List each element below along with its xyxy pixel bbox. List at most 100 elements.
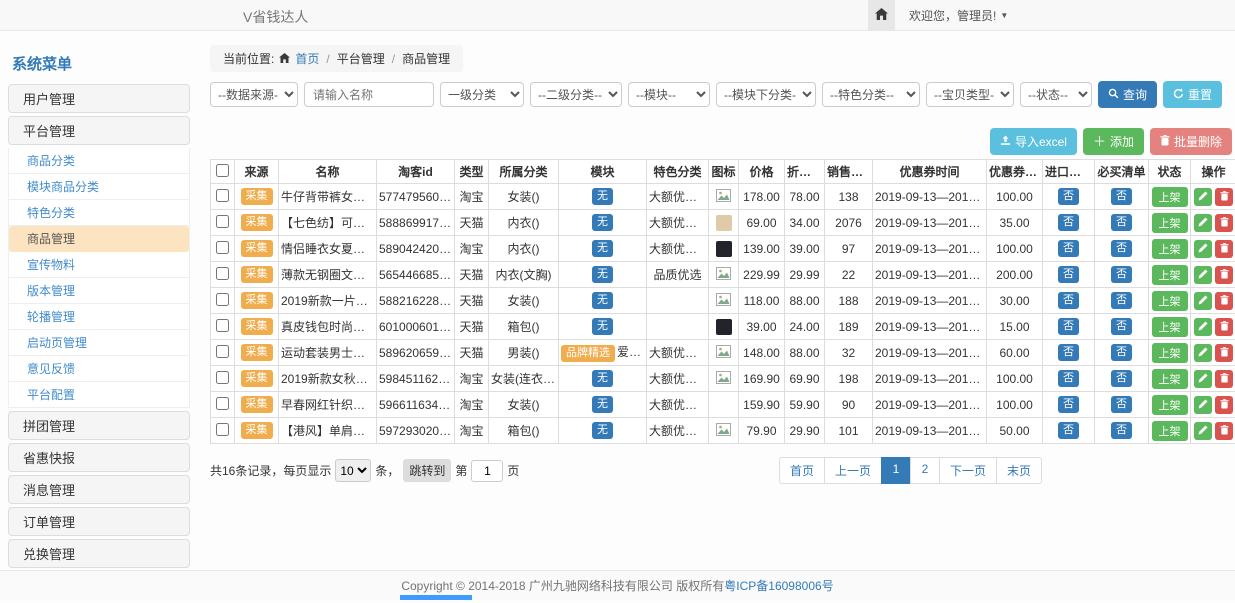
edit-button[interactable] — [1194, 214, 1212, 232]
sidebar-item-5[interactable]: 商品管理 — [9, 226, 189, 252]
row-checkbox[interactable] — [216, 371, 229, 384]
sidebar-item-11[interactable]: 平台配置 — [9, 382, 189, 408]
row-checkbox[interactable] — [216, 423, 229, 436]
edit-button[interactable] — [1194, 370, 1212, 388]
import-select-toggle[interactable]: 否 — [1058, 214, 1079, 231]
filter-source-select[interactable]: --数据来源-- — [210, 82, 298, 107]
row-checkbox[interactable] — [216, 241, 229, 254]
edit-button[interactable] — [1194, 266, 1212, 284]
status-toggle[interactable]: 上架 — [1152, 395, 1188, 415]
sidebar-item-13[interactable]: 省惠快报 — [8, 443, 190, 472]
filter-category1-select[interactable]: 一级分类 — [440, 82, 524, 107]
must-buy-toggle[interactable]: 否 — [1111, 214, 1132, 231]
scrollbar-thumb[interactable] — [400, 595, 472, 600]
delete-button[interactable] — [1215, 396, 1233, 414]
delete-button[interactable] — [1215, 188, 1233, 206]
delete-button[interactable] — [1215, 422, 1233, 440]
import-select-toggle[interactable]: 否 — [1058, 344, 1079, 361]
import-select-toggle[interactable]: 否 — [1058, 292, 1079, 309]
add-button[interactable]: ＋ 添加 — [1083, 128, 1144, 155]
edit-button[interactable] — [1194, 318, 1212, 336]
filter-module-select[interactable]: --模块-- — [628, 82, 710, 107]
import-select-toggle[interactable]: 否 — [1058, 396, 1079, 413]
sidebar-item-2[interactable]: 商品分类 — [9, 148, 189, 174]
delete-button[interactable] — [1215, 292, 1233, 310]
sidebar-item-9[interactable]: 启动页管理 — [9, 330, 189, 356]
sidebar-item-16[interactable]: 兑换管理 — [8, 539, 190, 568]
per-page-select[interactable]: 10 — [335, 459, 371, 482]
sidebar-item-15[interactable]: 订单管理 — [8, 507, 190, 536]
delete-button[interactable] — [1215, 214, 1233, 232]
edit-button[interactable] — [1194, 292, 1212, 310]
icp-link[interactable]: 粤ICP备16098006号 — [724, 577, 833, 594]
home-button[interactable] — [868, 0, 895, 31]
row-checkbox[interactable] — [216, 215, 229, 228]
import-select-toggle[interactable]: 否 — [1058, 370, 1079, 387]
import-select-toggle[interactable]: 否 — [1058, 188, 1079, 205]
delete-button[interactable] — [1215, 344, 1233, 362]
must-buy-toggle[interactable]: 否 — [1111, 344, 1132, 361]
sidebar-item-12[interactable]: 拼团管理 — [8, 411, 190, 440]
select-all-checkbox[interactable] — [216, 164, 229, 177]
sidebar-item-8[interactable]: 轮播管理 — [9, 304, 189, 330]
jump-page-input[interactable] — [471, 460, 503, 482]
sidebar-item-14[interactable]: 消息管理 — [8, 475, 190, 504]
import-select-toggle[interactable]: 否 — [1058, 318, 1079, 335]
must-buy-toggle[interactable]: 否 — [1111, 266, 1132, 283]
delete-button[interactable] — [1215, 266, 1233, 284]
must-buy-toggle[interactable]: 否 — [1111, 422, 1132, 439]
pager-next[interactable]: 下一页 — [939, 457, 997, 484]
user-menu[interactable]: 欢迎您，管理员! ▼ — [909, 7, 1008, 24]
filter-status-select[interactable]: --状态-- — [1020, 82, 1092, 107]
pager-prev[interactable]: 上一页 — [824, 457, 882, 484]
must-buy-toggle[interactable]: 否 — [1111, 240, 1132, 257]
sidebar-item-7[interactable]: 版本管理 — [9, 278, 189, 304]
edit-button[interactable] — [1194, 188, 1212, 206]
must-buy-toggle[interactable]: 否 — [1111, 188, 1132, 205]
name-search-input[interactable] — [304, 82, 434, 107]
sidebar-item-1[interactable]: 平台管理 — [8, 116, 190, 145]
edit-button[interactable] — [1194, 344, 1212, 362]
delete-button[interactable] — [1215, 318, 1233, 336]
sidebar-item-4[interactable]: 特色分类 — [9, 200, 189, 226]
must-buy-toggle[interactable]: 否 — [1111, 292, 1132, 309]
reset-button[interactable]: 重置 — [1163, 81, 1222, 108]
import-excel-button[interactable]: 导入excel — [990, 128, 1077, 155]
status-toggle[interactable]: 上架 — [1152, 343, 1188, 363]
sidebar-item-10[interactable]: 意见反馈 — [9, 356, 189, 382]
status-toggle[interactable]: 上架 — [1152, 213, 1188, 233]
status-toggle[interactable]: 上架 — [1152, 317, 1188, 337]
pager-page-1[interactable]: 1 — [881, 457, 911, 484]
status-toggle[interactable]: 上架 — [1152, 421, 1188, 441]
status-toggle[interactable]: 上架 — [1152, 291, 1188, 311]
row-checkbox[interactable] — [216, 397, 229, 410]
edit-button[interactable] — [1194, 422, 1212, 440]
must-buy-toggle[interactable]: 否 — [1111, 318, 1132, 335]
status-toggle[interactable]: 上架 — [1152, 187, 1188, 207]
edit-button[interactable] — [1194, 240, 1212, 258]
delete-button[interactable] — [1215, 240, 1233, 258]
edit-button[interactable] — [1194, 396, 1212, 414]
breadcrumb-home-link[interactable]: 首页 — [295, 50, 319, 67]
filter-category2-select[interactable]: --二级分类-- — [530, 82, 622, 107]
row-checkbox[interactable] — [216, 345, 229, 358]
sidebar-item-3[interactable]: 模块商品分类 — [9, 174, 189, 200]
status-toggle[interactable]: 上架 — [1152, 369, 1188, 389]
row-checkbox[interactable] — [216, 319, 229, 332]
pager-first[interactable]: 首页 — [779, 457, 825, 484]
filter-module-sub-select[interactable]: --模块下分类-- — [716, 82, 816, 107]
must-buy-toggle[interactable]: 否 — [1111, 396, 1132, 413]
import-select-toggle[interactable]: 否 — [1058, 266, 1079, 283]
pager-last[interactable]: 末页 — [996, 457, 1042, 484]
import-select-toggle[interactable]: 否 — [1058, 422, 1079, 439]
jump-button[interactable]: 跳转到 — [403, 459, 451, 482]
delete-button[interactable] — [1215, 370, 1233, 388]
pager-page-2[interactable]: 2 — [910, 457, 940, 484]
status-toggle[interactable]: 上架 — [1152, 239, 1188, 259]
must-buy-toggle[interactable]: 否 — [1111, 370, 1132, 387]
row-checkbox[interactable] — [216, 189, 229, 202]
sidebar-item-0[interactable]: 用户管理 — [8, 84, 190, 113]
filter-item-type-select[interactable]: --宝贝类型-- — [926, 82, 1014, 107]
search-button[interactable]: 查询 — [1098, 81, 1157, 108]
row-checkbox[interactable] — [216, 267, 229, 280]
